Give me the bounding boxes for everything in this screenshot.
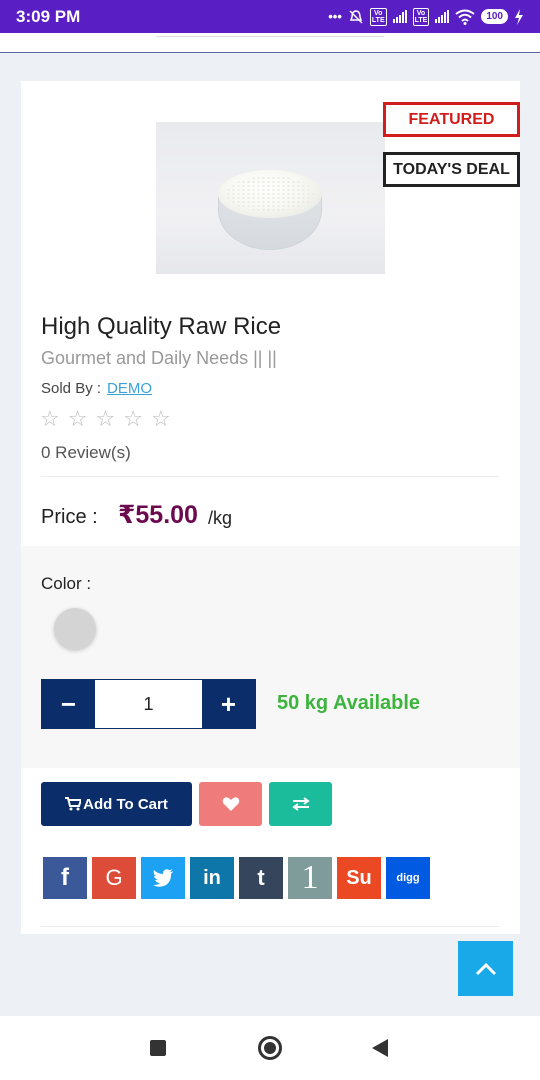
volte-icon: Vo LTE bbox=[369, 7, 387, 26]
availability: 50 kg Available bbox=[277, 692, 421, 714]
compare-arrows-icon bbox=[291, 797, 310, 811]
navigation-bar bbox=[0, 1016, 540, 1080]
seller-link[interactable]: DEMO bbox=[107, 380, 152, 397]
compare-button[interactable] bbox=[269, 782, 332, 826]
star-icon: ☆ bbox=[123, 406, 143, 431]
status-time: 3:09 PM bbox=[16, 6, 81, 26]
tumblr-share-icon[interactable]: t bbox=[239, 857, 283, 899]
todays-deal-badge: TODAY'S DEAL bbox=[383, 152, 520, 187]
price-value: ₹55.00 bbox=[118, 501, 198, 529]
star-icon: ☆ bbox=[150, 406, 171, 431]
status-bar: 3:09 PM ••• Vo LTE Vo LTE 100 bbox=[0, 0, 540, 33]
charging-icon bbox=[515, 8, 523, 25]
divider bbox=[41, 926, 499, 927]
sold-by-label: Sold By : bbox=[41, 380, 102, 397]
color-label: Color : bbox=[41, 574, 92, 593]
onexhw-share-icon[interactable]: 1 bbox=[288, 857, 332, 899]
digg-share-icon[interactable]: digg bbox=[386, 857, 430, 899]
battery-icon: 100 bbox=[481, 9, 508, 24]
options-panel: Color : − + 50 kg Available bbox=[21, 546, 520, 768]
divider bbox=[41, 476, 499, 477]
star-icon: ☆ bbox=[95, 406, 116, 431]
quantity-stepper: − + bbox=[41, 679, 256, 729]
signal-icon bbox=[392, 10, 407, 23]
scroll-to-top-button[interactable] bbox=[458, 941, 513, 996]
product-title: High Quality Raw Rice bbox=[41, 313, 282, 340]
chevron-up-icon bbox=[475, 962, 496, 975]
price-label: Price : bbox=[41, 506, 98, 528]
heart-icon bbox=[222, 797, 239, 811]
status-icons: ••• Vo LTE Vo LTE 100 bbox=[328, 7, 524, 26]
cart-icon bbox=[65, 797, 82, 811]
recents-button[interactable] bbox=[150, 1040, 166, 1056]
stumbleupon-share-icon[interactable]: Su bbox=[337, 857, 381, 899]
rating-stars[interactable]: ☆ ☆ ☆ ☆ ☆ bbox=[40, 406, 171, 432]
star-icon: ☆ bbox=[67, 406, 88, 431]
increase-quantity-button[interactable]: + bbox=[202, 680, 255, 728]
google-share-icon[interactable]: G bbox=[92, 857, 136, 899]
share-buttons: f G in t 1 Su digg bbox=[43, 857, 430, 899]
wishlist-button[interactable] bbox=[199, 782, 262, 826]
mute-icon bbox=[349, 9, 363, 24]
add-to-cart-button[interactable]: Add To Cart bbox=[41, 782, 192, 826]
volte-icon-2: Vo LTE bbox=[412, 7, 430, 26]
product-card: FEATURED TODAY'S DEAL High Quality Raw R… bbox=[21, 81, 520, 934]
decrease-quantity-button[interactable]: − bbox=[42, 680, 95, 728]
review-count[interactable]: 0 Review(s) bbox=[41, 443, 131, 463]
featured-badge: FEATURED bbox=[383, 102, 520, 137]
more-dots-icon: ••• bbox=[328, 9, 342, 24]
sold-by: Sold By : DEMO bbox=[41, 380, 152, 397]
home-button[interactable] bbox=[258, 1036, 282, 1060]
back-button[interactable] bbox=[372, 1039, 388, 1057]
previous-item-edge bbox=[156, 33, 384, 37]
color-swatch[interactable] bbox=[54, 608, 96, 650]
top-strip bbox=[0, 33, 540, 53]
rice-texture bbox=[226, 176, 314, 212]
star-icon: ☆ bbox=[40, 406, 60, 431]
facebook-share-icon[interactable]: f bbox=[43, 857, 87, 899]
price-unit: /kg bbox=[208, 508, 233, 528]
add-to-cart-label: Add To Cart bbox=[83, 795, 168, 813]
product-image[interactable] bbox=[156, 122, 385, 274]
linkedin-share-icon[interactable]: in bbox=[190, 857, 234, 899]
quantity-input[interactable] bbox=[95, 680, 202, 728]
signal-icon-2 bbox=[435, 10, 450, 23]
product-category: Gourmet and Daily Needs || || bbox=[41, 348, 277, 368]
wifi-icon bbox=[455, 9, 475, 25]
twitter-share-icon[interactable] bbox=[141, 857, 185, 899]
